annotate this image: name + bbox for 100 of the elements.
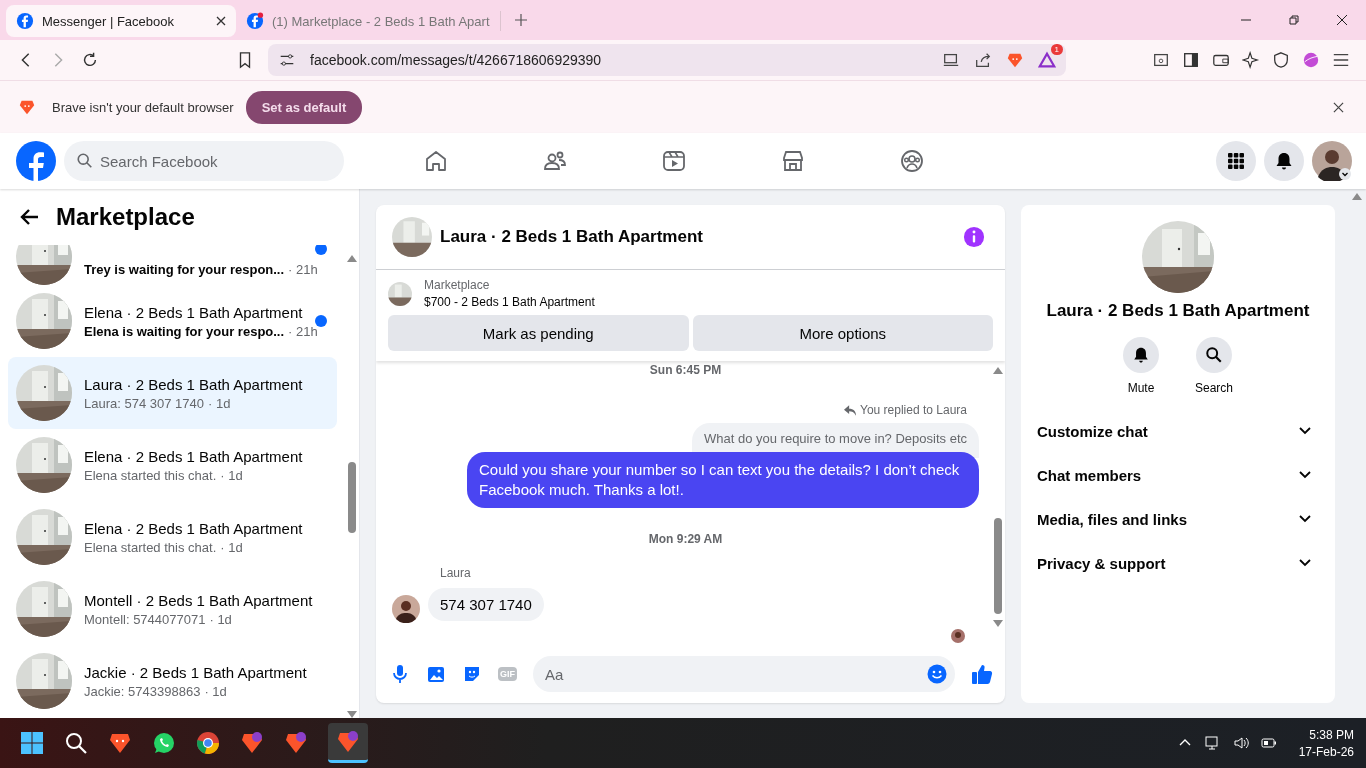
menu-icon[interactable] <box>1332 51 1350 69</box>
scroll-down-icon[interactable] <box>993 620 1003 627</box>
details-section[interactable]: Privacy & support <box>1037 541 1319 585</box>
home-icon[interactable] <box>424 149 448 173</box>
battery-icon[interactable] <box>1260 735 1277 751</box>
action-button[interactable] <box>1123 337 1159 373</box>
microphone-icon[interactable] <box>390 664 410 684</box>
volume-icon[interactable] <box>1232 735 1249 751</box>
profile-avatar-icon[interactable] <box>1312 141 1352 181</box>
chrome-icon[interactable] <box>196 731 220 755</box>
tab-search-icon[interactable] <box>1152 51 1170 69</box>
vpn-shield-icon[interactable] <box>1272 51 1290 69</box>
network-icon[interactable] <box>1204 735 1221 751</box>
bell-icon <box>1132 346 1150 364</box>
friends-icon[interactable] <box>543 149 567 173</box>
image-icon[interactable] <box>426 664 446 684</box>
conversation-item[interactable]: Laura · 2 Beds 1 Bath Apartment Laura: 574 307 1740 · 1d <box>8 357 337 429</box>
close-icon[interactable] <box>216 16 226 26</box>
profile-globe-icon[interactable] <box>1302 51 1320 69</box>
notifications-button[interactable] <box>1264 141 1304 181</box>
video-icon[interactable] <box>662 149 686 173</box>
set-as-default-button[interactable]: Set as default <box>245 90 363 124</box>
sidebar-title: Marketplace <box>56 203 195 231</box>
restore-icon[interactable] <box>1288 14 1300 26</box>
scroll-up-icon[interactable] <box>347 255 357 262</box>
message-time: · 21h <box>288 323 318 339</box>
avatar-icon <box>392 595 420 623</box>
sticker-icon[interactable] <box>462 664 482 684</box>
unread-dot <box>315 245 327 255</box>
chevron-down-icon <box>1299 515 1311 523</box>
details-section[interactable]: Customize chat <box>1037 409 1319 453</box>
conversation-title: Jackie · 2 Beds 1 Bath Apartment <box>84 663 308 681</box>
back-arrow-icon[interactable] <box>20 207 40 227</box>
reply-icon <box>844 404 856 416</box>
action-button[interactable] <box>1196 337 1232 373</box>
conversation-item[interactable]: Jackie · 2 Beds 1 Bath Apartment Jackie: 5743398863 · 1d <box>8 645 337 717</box>
message-time: · 1d <box>220 467 243 483</box>
close-icon[interactable] <box>1336 14 1348 26</box>
message-preview: Jackie: 5743398863 <box>84 683 201 699</box>
listing-action-button[interactable]: Mark as pending <box>388 315 689 351</box>
facebook-logo-icon[interactable] <box>16 141 56 181</box>
triangle-rewards-icon[interactable] <box>1038 51 1056 69</box>
grid-icon <box>1226 151 1246 171</box>
new-tab-icon[interactable] <box>514 14 527 26</box>
conversation-item[interactable]: Elena · 2 Beds 1 Bath Apartment Elena is waiting for your respo... · 21h <box>8 285 337 357</box>
conversation-item[interactable]: Elena · 2 Beds 1 Bath Apartment Elena started this chat. · 1d <box>8 429 337 501</box>
search-icon[interactable] <box>64 731 88 755</box>
details-section[interactable]: Chat members <box>1037 453 1319 497</box>
site-settings-icon[interactable] <box>278 51 296 69</box>
lion-shield-icon[interactable] <box>1006 51 1024 69</box>
emoji-icon[interactable] <box>927 664 947 684</box>
conversation-item[interactable]: Montell · 2 Beds 1 Bath Apartment Montell: 5744077071 · 1d <box>8 573 337 645</box>
close-icon[interactable] <box>1333 101 1344 113</box>
sidebar-icon[interactable] <box>1182 51 1200 69</box>
chat-bubble-icon[interactable] <box>152 731 176 755</box>
scroll-up-icon[interactable] <box>993 367 1003 374</box>
taskbar-app-button[interactable] <box>328 723 368 763</box>
info-icon[interactable] <box>963 226 985 248</box>
details-section[interactable]: Media, files and links <box>1037 497 1319 541</box>
windows-start-icon[interactable] <box>20 731 44 755</box>
message-preview: Elena started this chat. <box>84 539 217 555</box>
search-field[interactable]: Search Facebook <box>64 141 344 181</box>
lion-shield-icon[interactable] <box>284 731 308 755</box>
lion-shield-icon[interactable] <box>240 731 264 755</box>
received-message: 574 307 1740 <box>428 587 544 621</box>
share-icon[interactable] <box>974 51 992 69</box>
conversation-title: Montell · 2 Beds 1 Bath Apartment <box>84 591 314 609</box>
message-field[interactable]: Aa <box>533 656 955 692</box>
scrollbar-thumb[interactable] <box>348 462 356 533</box>
browser-tab[interactable]: (1) Marketplace - 2 Beds 1 Bath Apart <box>236 11 501 31</box>
marketplace-icon[interactable] <box>781 149 805 173</box>
listing-action-button[interactable]: More options <box>692 315 993 351</box>
message-time: · 1d <box>209 611 232 627</box>
menu-button[interactable] <box>1216 141 1256 181</box>
reload-icon[interactable] <box>81 51 99 69</box>
message-timestamp: Mon 9:29 AM <box>648 532 723 546</box>
infobar-message: Brave isn't your default browser <box>52 99 234 115</box>
groups-icon[interactable] <box>900 149 924 173</box>
lion-shield-icon <box>336 729 360 754</box>
scrollbar-thumb[interactable] <box>994 518 1002 614</box>
chat-title: Laura · 2 Beds 1 Bath Apartment <box>440 227 703 247</box>
lion-shield-icon <box>18 98 36 116</box>
seen-avatar-icon <box>951 629 965 643</box>
message-time: · 21h <box>288 262 318 277</box>
listing-source: Marketplace <box>424 278 491 292</box>
sender-name: Laura <box>440 566 472 580</box>
address-bar[interactable]: facebook.com/messages/t/4266718606929390 1 <box>268 44 1066 76</box>
sparkle-icon[interactable] <box>1242 51 1260 69</box>
conversation-title: Laura · 2 Beds 1 Bath Apartment <box>84 375 304 393</box>
lion-shield-icon[interactable] <box>108 731 132 755</box>
message-preview: Trey is waiting for your respon... <box>84 262 285 277</box>
install-app-icon[interactable] <box>942 51 960 69</box>
conversation-item[interactable]: Elena · 2 Beds 1 Bath Apartment Elena started this chat. · 1d <box>8 501 337 573</box>
notification-badge: 1 <box>1050 44 1063 55</box>
clock[interactable]: 5:38 PM 17-Feb-26 <box>1298 727 1354 759</box>
scroll-up-icon[interactable] <box>1352 193 1362 200</box>
thumbs-up-icon[interactable] <box>971 663 993 685</box>
conversation-item[interactable]: Trey is waiting for your respon... · 21h <box>8 245 337 285</box>
conversation-title: Elena · 2 Beds 1 Bath Apartment <box>84 303 303 321</box>
browser-tab[interactable]: Messenger | Facebook <box>6 5 236 37</box>
